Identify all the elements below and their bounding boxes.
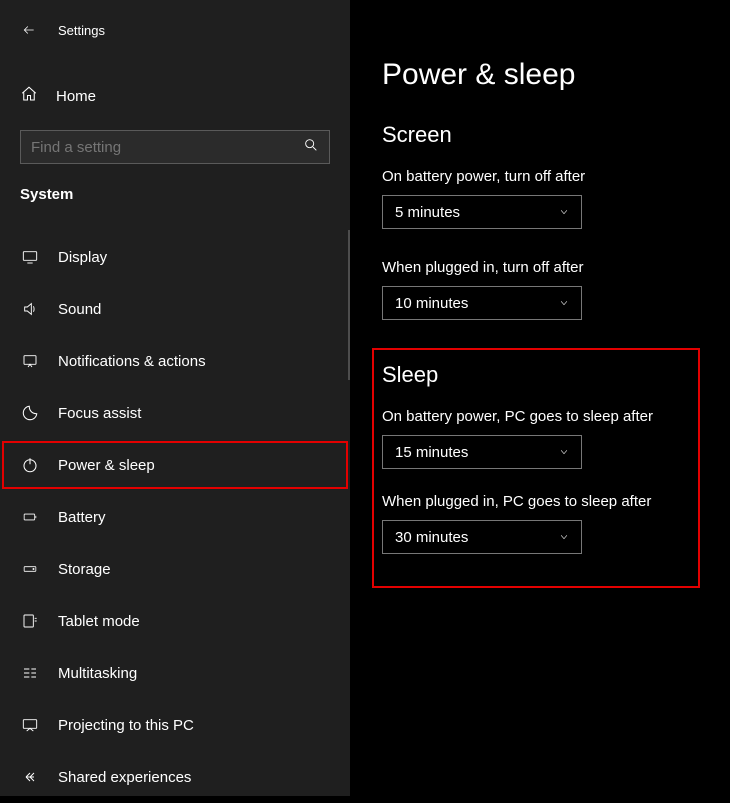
nav-label: Projecting to this PC	[58, 717, 194, 734]
nav-label: Storage	[58, 561, 111, 578]
dropdown-value: 10 minutes	[395, 295, 468, 312]
scrollbar[interactable]	[348, 230, 350, 380]
nav-item-display[interactable]: Display	[0, 231, 350, 283]
nav-label: Focus assist	[58, 405, 141, 422]
sound-icon	[20, 301, 40, 317]
nav-item-power-sleep[interactable]: Power & sleep	[0, 439, 350, 491]
home-link[interactable]: Home	[0, 76, 350, 116]
nav-item-tablet-mode[interactable]: Tablet mode	[0, 595, 350, 647]
page-title: Power & sleep	[382, 58, 698, 92]
battery-icon	[20, 510, 40, 524]
display-icon	[20, 249, 40, 265]
nav-item-storage[interactable]: Storage	[0, 543, 350, 595]
app-title: Settings	[58, 23, 105, 38]
storage-icon	[20, 562, 40, 576]
nav-label: Display	[58, 249, 107, 266]
chevron-down-icon	[557, 532, 571, 542]
content-pane: Power & sleep Screen On battery power, t…	[350, 0, 730, 796]
dropdown-value: 30 minutes	[395, 529, 468, 546]
focus-assist-icon	[20, 404, 40, 422]
sleep-section: Sleep On battery power, PC goes to sleep…	[374, 350, 698, 586]
multitasking-icon	[20, 665, 40, 681]
nav-item-battery[interactable]: Battery	[0, 491, 350, 543]
category-heading: System	[0, 186, 350, 203]
nav-label: Sound	[58, 301, 101, 318]
notifications-icon	[20, 353, 40, 369]
dropdown-value: 5 minutes	[395, 204, 460, 221]
nav-label: Shared experiences	[58, 769, 191, 786]
search-container	[0, 130, 350, 164]
nav-item-projecting[interactable]: Projecting to this PC	[0, 699, 350, 751]
chevron-down-icon	[557, 298, 571, 308]
search-box[interactable]	[20, 130, 330, 164]
sleep-battery-dropdown[interactable]: 15 minutes	[382, 435, 582, 469]
screen-battery-label: On battery power, turn off after	[382, 168, 698, 185]
nav-list: Display Sound Notifications & actions Fo…	[0, 231, 350, 803]
nav-label: Multitasking	[58, 665, 137, 682]
screen-plugged-label: When plugged in, turn off after	[382, 259, 698, 276]
screen-battery-dropdown[interactable]: 5 minutes	[382, 195, 582, 229]
nav-label: Notifications & actions	[58, 353, 206, 370]
sleep-heading: Sleep	[382, 362, 684, 388]
nav-label: Battery	[58, 509, 106, 526]
sleep-battery-label: On battery power, PC goes to sleep after	[382, 408, 684, 425]
nav-item-sound[interactable]: Sound	[0, 283, 350, 335]
back-arrow-icon[interactable]	[20, 23, 38, 37]
screen-heading: Screen	[382, 122, 698, 148]
power-icon	[20, 456, 40, 474]
nav-label: Tablet mode	[58, 613, 140, 630]
projecting-icon	[20, 717, 40, 733]
nav-item-focus-assist[interactable]: Focus assist	[0, 387, 350, 439]
nav-item-multitasking[interactable]: Multitasking	[0, 647, 350, 699]
tablet-icon	[20, 613, 40, 629]
sleep-plugged-dropdown[interactable]: 30 minutes	[382, 520, 582, 554]
home-label: Home	[56, 88, 96, 105]
nav-item-notifications[interactable]: Notifications & actions	[0, 335, 350, 387]
search-icon	[303, 137, 319, 158]
nav-label: Power & sleep	[58, 457, 155, 474]
dropdown-value: 15 minutes	[395, 444, 468, 461]
screen-plugged-dropdown[interactable]: 10 minutes	[382, 286, 582, 320]
settings-sidebar: Settings Home System Display Sound Notif…	[0, 0, 350, 796]
sleep-plugged-label: When plugged in, PC goes to sleep after	[382, 493, 684, 510]
chevron-down-icon	[557, 447, 571, 457]
header: Settings	[0, 14, 350, 46]
search-input[interactable]	[31, 139, 291, 156]
nav-item-shared-experiences[interactable]: Shared experiences	[0, 751, 350, 803]
chevron-down-icon	[557, 207, 571, 217]
home-icon	[20, 85, 38, 108]
shared-icon	[20, 769, 40, 785]
